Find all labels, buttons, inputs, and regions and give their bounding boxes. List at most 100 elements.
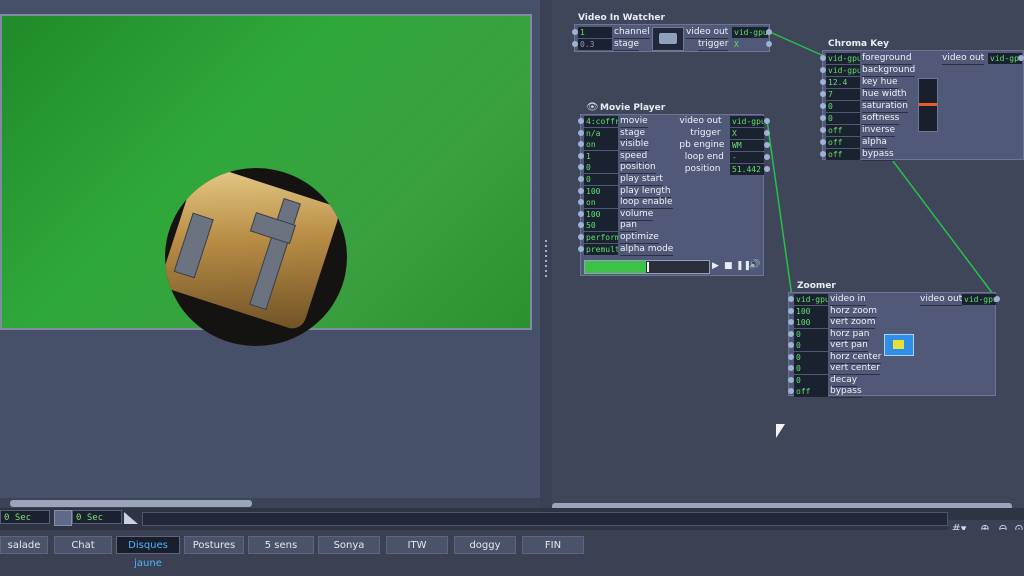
movie-player-param-value[interactable]: on bbox=[584, 197, 618, 209]
play-icon[interactable]: ▶ bbox=[712, 261, 719, 271]
zoomer-param-label: bypass bbox=[830, 386, 862, 398]
movie-player-param-value[interactable]: premult bbox=[584, 243, 618, 255]
zoomer-param-label: video in bbox=[830, 294, 866, 306]
playhead-icon[interactable] bbox=[124, 512, 138, 524]
trigger-value: X bbox=[734, 40, 739, 49]
zoomer-param-value[interactable]: 0 bbox=[794, 328, 828, 340]
chroma-key-param-label: alpha bbox=[862, 137, 887, 149]
channel-label: channel bbox=[614, 27, 650, 39]
movie-player-output-label: position bbox=[684, 164, 721, 174]
video-in-watcher-title: Video In Watcher bbox=[578, 13, 665, 23]
chroma-key-param-value[interactable]: 7 bbox=[826, 89, 860, 100]
stage-value[interactable]: 0.3 bbox=[578, 39, 612, 50]
trigger-out-port[interactable] bbox=[766, 41, 772, 47]
zoomer-param-value[interactable]: 100 bbox=[794, 305, 828, 317]
zoomer-video-out-label: video out bbox=[920, 294, 963, 306]
hue-color-bar bbox=[918, 78, 938, 132]
chroma-video-out-value: vid-gpu bbox=[988, 53, 1022, 64]
channel-input-port[interactable] bbox=[572, 29, 578, 35]
movie-player-param-value[interactable]: 0 bbox=[584, 162, 618, 174]
zoomer-video-out-value: vid-gpu bbox=[962, 294, 996, 305]
movie-player-param-label: movie bbox=[620, 116, 648, 128]
scene-tab-itw[interactable]: ITW bbox=[386, 536, 448, 554]
stop-icon[interactable]: ■ bbox=[724, 261, 733, 271]
time-right-field[interactable]: 0 Sec bbox=[72, 510, 122, 524]
movie-player-output-port[interactable] bbox=[764, 118, 770, 124]
zoomer-param-value[interactable]: 100 bbox=[794, 317, 828, 328]
movie-player-output-port[interactable] bbox=[764, 142, 770, 148]
chroma-key-param-value[interactable]: off bbox=[826, 149, 860, 160]
movie-progress-bar[interactable] bbox=[584, 260, 710, 274]
movie-player-param-value[interactable]: n/a bbox=[584, 127, 618, 139]
zoomer-param-value[interactable]: 0 bbox=[794, 374, 828, 386]
zoomer-param-value[interactable]: vid-gpu bbox=[794, 294, 828, 305]
video-out-value: vid-gpu bbox=[732, 27, 768, 38]
movie-player-param-label: optimize bbox=[620, 232, 659, 244]
movie-player-param-value[interactable]: 0 bbox=[584, 174, 618, 185]
scene-tab-doggy[interactable]: doggy bbox=[454, 536, 516, 554]
volume-icon[interactable]: 🔊 bbox=[749, 260, 760, 270]
zoomer-title: Zoomer bbox=[797, 281, 836, 291]
movie-player-output-label: pb engine bbox=[679, 140, 725, 150]
chroma-key-param-value[interactable]: vid-gpu bbox=[826, 65, 860, 76]
timeline-lock-icon[interactable] bbox=[54, 510, 72, 526]
chroma-key-param-value[interactable]: vid-gpu bbox=[826, 53, 860, 64]
stage-label: stage bbox=[614, 39, 639, 51]
time-left-field[interactable]: 0 Sec bbox=[0, 510, 50, 524]
chroma-key-param-value[interactable]: 0 bbox=[826, 101, 860, 112]
movie-player-param-value[interactable]: 50 bbox=[584, 220, 618, 232]
movie-player-param-value[interactable]: 4:coffre bbox=[584, 116, 618, 127]
movie-player-param-value[interactable]: 100 bbox=[584, 208, 618, 220]
zoomer-param-label: horz pan bbox=[830, 328, 870, 341]
movie-player-output-value: WM bbox=[730, 140, 764, 151]
chroma-key-param-label: saturation bbox=[862, 101, 908, 113]
zoomer-param-value[interactable]: 0 bbox=[794, 351, 828, 363]
scene-tab-salade[interactable]: salade bbox=[0, 536, 48, 554]
scene-tab-disques-jaune[interactable]: Disques jaune bbox=[116, 536, 180, 569]
zoomer-param-label: vert center bbox=[830, 363, 880, 375]
movie-player-output-label: trigger bbox=[690, 128, 721, 138]
movie-player-output-value: vid-gpu bbox=[730, 116, 764, 127]
chroma-key-param-label: softness bbox=[862, 113, 900, 125]
camera-thumbnail-icon bbox=[652, 27, 684, 51]
movie-player-output-port[interactable] bbox=[764, 154, 770, 160]
scene-tab-fin[interactable]: FIN bbox=[522, 536, 584, 554]
zoomer-video-out-port[interactable] bbox=[994, 296, 1000, 302]
zoomer-param-label: horz zoom bbox=[830, 305, 877, 318]
movie-player-param-value[interactable]: on bbox=[584, 139, 618, 151]
zoomer-param-value[interactable]: 0 bbox=[794, 340, 828, 351]
movie-player-param-value[interactable]: perform bbox=[584, 232, 618, 243]
chroma-video-out-label: video out bbox=[942, 53, 985, 65]
chroma-key-param-value[interactable]: 12.4 bbox=[826, 77, 860, 88]
video-out-port[interactable] bbox=[766, 29, 772, 35]
movie-player-param-label: position bbox=[620, 162, 656, 175]
zoomer-param-value[interactable]: 0 bbox=[794, 363, 828, 374]
scene-tab-sonya[interactable]: Sonya bbox=[318, 536, 380, 554]
scene-tab-5-sens[interactable]: 5 sens bbox=[248, 536, 314, 554]
movie-player-param-value[interactable]: 100 bbox=[584, 185, 618, 197]
zoom-pan-control-icon[interactable] bbox=[884, 334, 914, 356]
chroma-key-param-value[interactable]: off bbox=[826, 137, 860, 148]
zoomer-param-label: horz center bbox=[830, 351, 882, 364]
movie-player-output-port[interactable] bbox=[764, 130, 770, 136]
chroma-key-param-value[interactable]: off bbox=[826, 125, 860, 136]
eye-icon[interactable]: 👁 bbox=[586, 102, 599, 113]
chroma-key-param-value[interactable]: 0 bbox=[826, 113, 860, 124]
movie-player-output-label: video out bbox=[679, 116, 722, 126]
timeline-track[interactable] bbox=[142, 512, 948, 526]
zoomer-param-label: vert pan bbox=[830, 340, 868, 352]
scene-tab-chat[interactable]: Chat bbox=[54, 536, 112, 554]
zoomer-param-value[interactable]: off bbox=[794, 386, 828, 397]
scene-tab-postures[interactable]: Postures bbox=[184, 536, 244, 554]
stage-input-port[interactable] bbox=[572, 41, 578, 47]
mouse-cursor bbox=[776, 424, 785, 438]
movie-player-param-value[interactable]: 1 bbox=[584, 150, 618, 162]
chroma-video-out-port[interactable] bbox=[1018, 55, 1024, 61]
movie-player-output-port[interactable] bbox=[764, 166, 770, 172]
chroma-key-param-label: foreground bbox=[862, 53, 912, 65]
zoomer-param-label: decay bbox=[830, 374, 858, 387]
movie-player-param-label: pan bbox=[620, 220, 637, 233]
zoomer-param-label: vert zoom bbox=[830, 317, 876, 329]
movie-player-param-label: stage bbox=[620, 127, 645, 140]
channel-value[interactable]: 1 bbox=[578, 27, 612, 38]
